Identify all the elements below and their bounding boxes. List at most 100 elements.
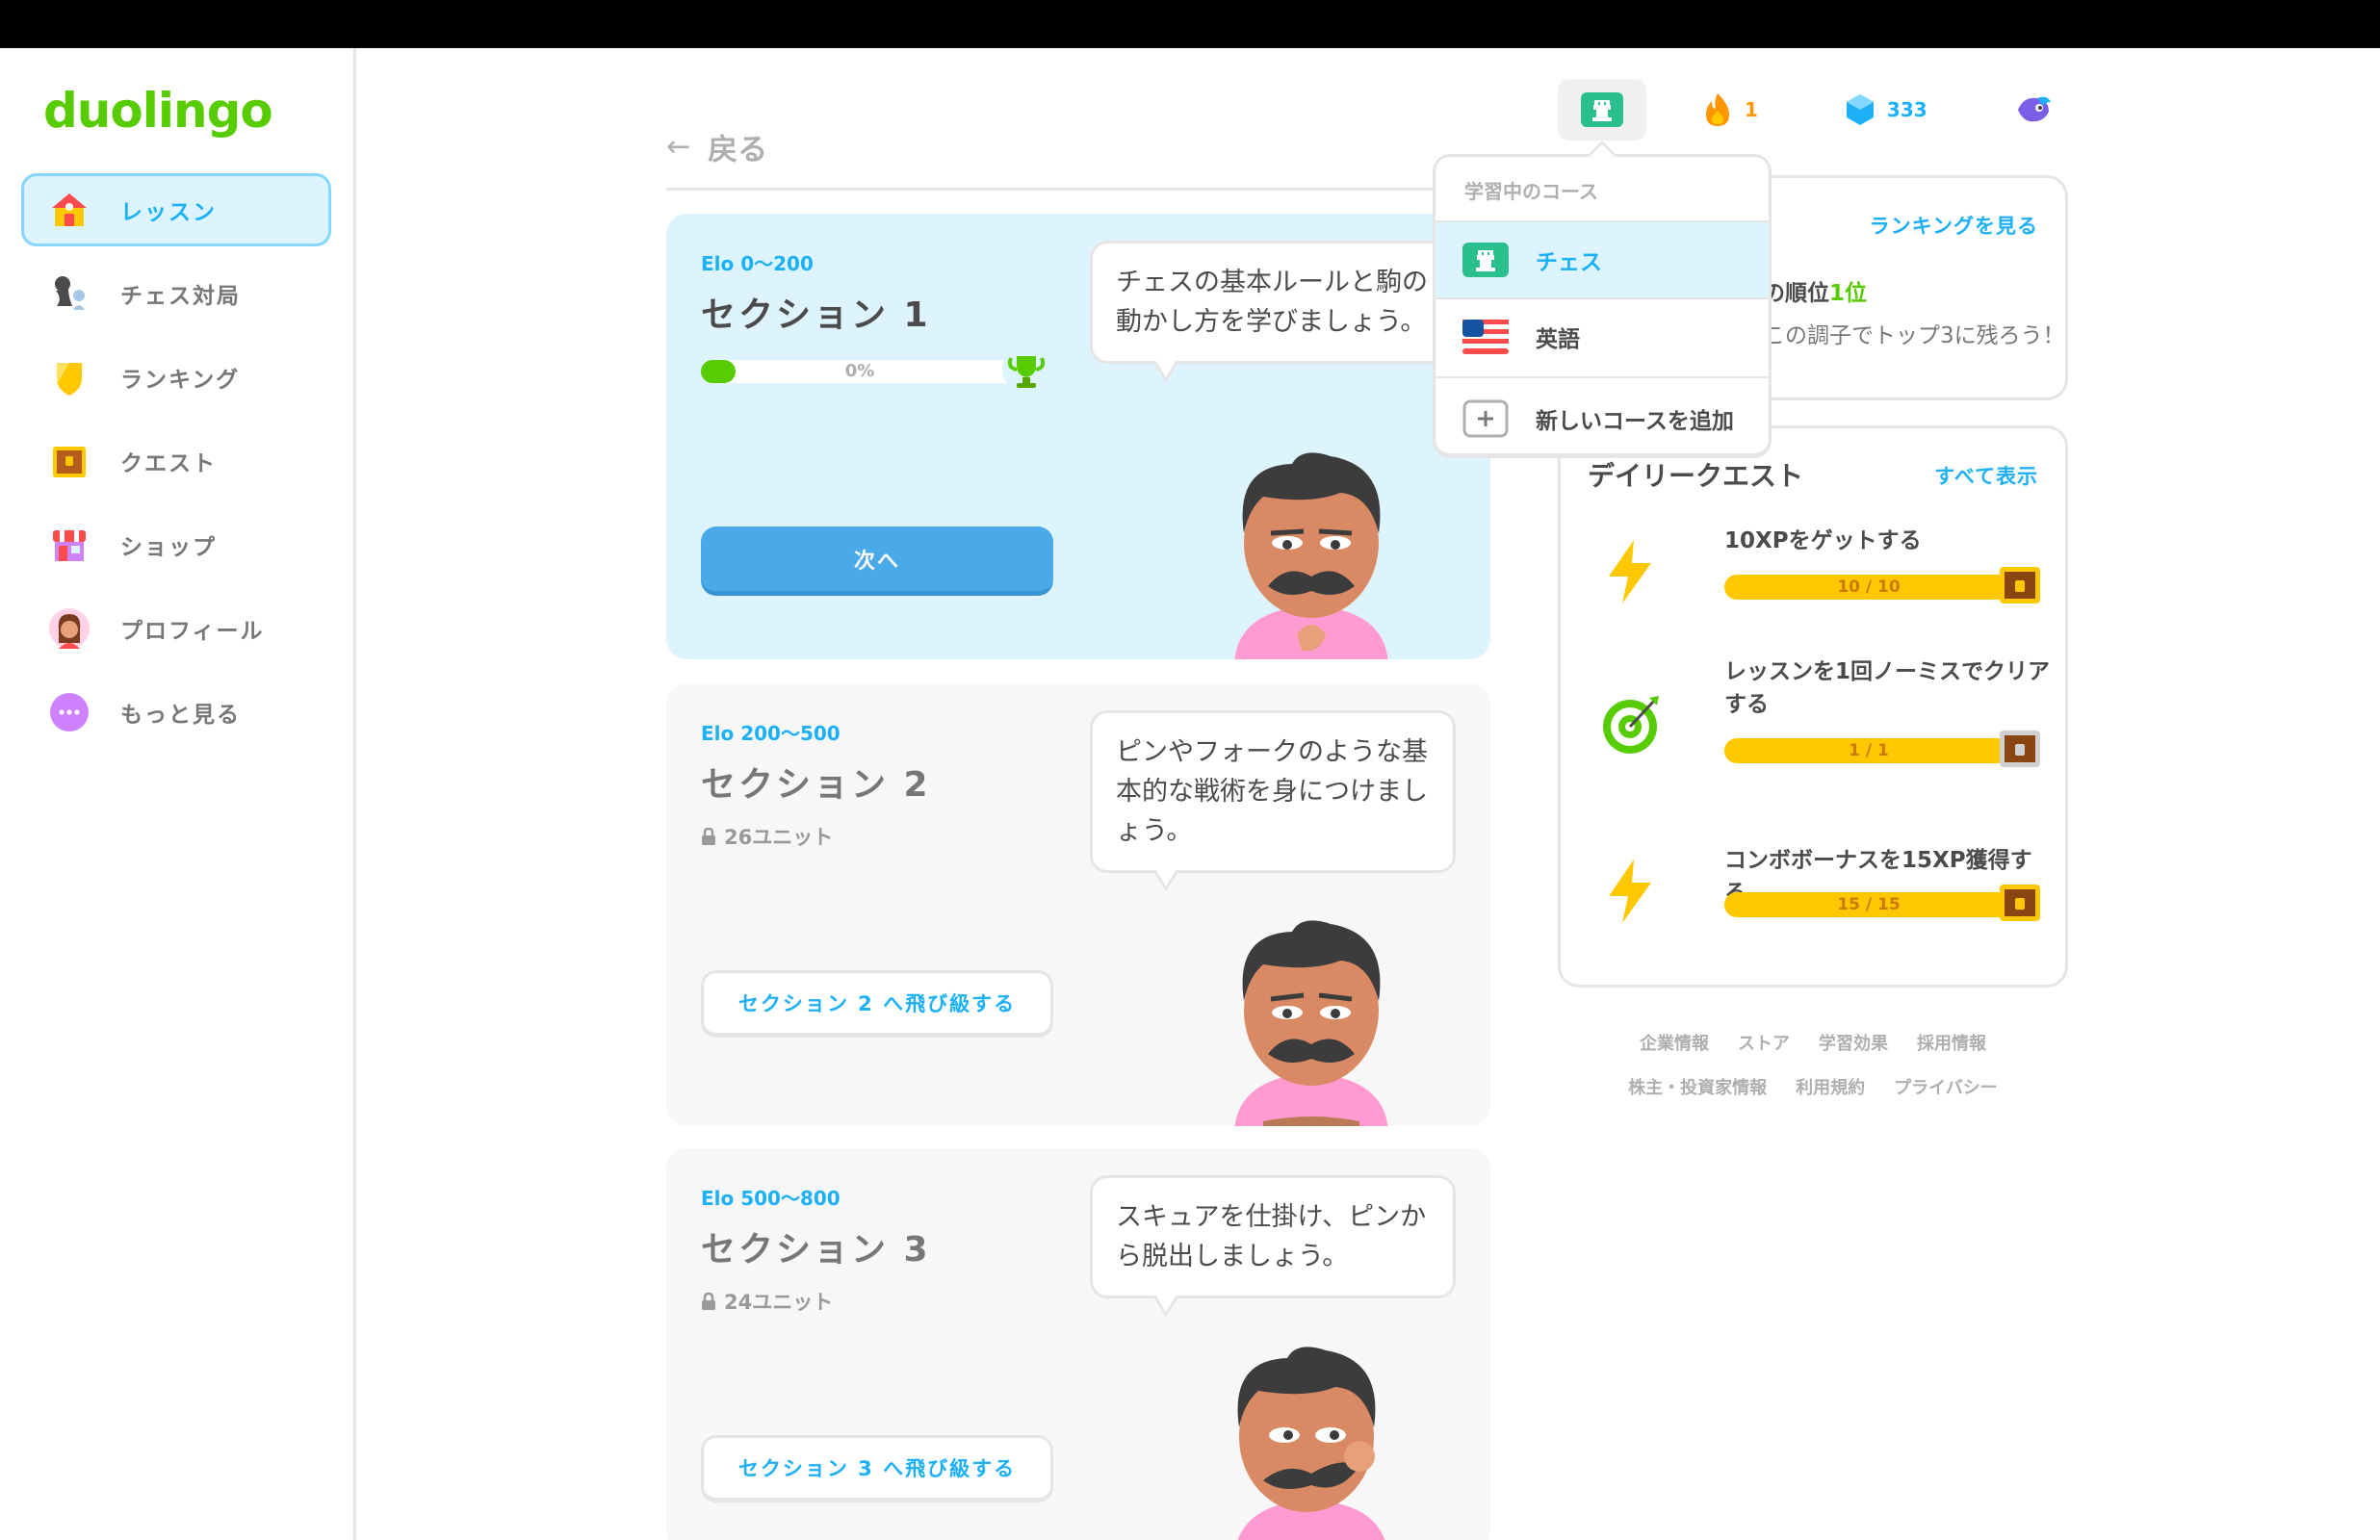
section-title: セクション 3 (701, 1230, 931, 1270)
super-duo-icon (2017, 96, 2051, 122)
avatar-icon (47, 606, 91, 651)
sidebar-item-label: プロフィール (120, 619, 265, 644)
treasure-chest-icon (2000, 567, 2040, 603)
add-course-item[interactable]: 新しいコースを追加 (1436, 376, 1769, 453)
quest-item: 10XPをゲットする 10 / 10 (1588, 525, 2046, 621)
footer-link[interactable]: 株主・投資家情報 (1628, 1074, 1767, 1099)
chess-rook-icon (1581, 92, 1623, 127)
rank-value: 1位 (1829, 281, 1868, 306)
lightning-icon (1609, 540, 1651, 603)
footer-link[interactable]: プライバシー (1894, 1074, 1998, 1099)
speech-bubble: ピンやフォークのような基本的な戦術を身につけましょう。 (1090, 710, 1456, 891)
footer-link[interactable]: ストア (1738, 1030, 1790, 1055)
footer-row: 株主・投資家情報 利用規約 プライバシー (1558, 1074, 2068, 1099)
footer-row: 企業情報 ストア 学習効果 採用情報 (1558, 1030, 2068, 1055)
section-title: セクション 1 (701, 295, 931, 335)
sidebar-item-more[interactable]: もっと見る (21, 676, 331, 749)
sidebar-item-chess-match[interactable]: チェス対局 (21, 257, 331, 330)
home-icon (47, 188, 91, 232)
sidebar-item-ranking[interactable]: ランキング (21, 341, 331, 414)
sidebar-item-quests[interactable]: クエスト (21, 424, 331, 498)
rank-prefix: の順位 (1763, 281, 1829, 306)
super-icon-button[interactable] (2014, 92, 2053, 127)
skip-to-section-3-button[interactable]: セクション 3 へ飛び級する (701, 1435, 1053, 1502)
quest-item: コンボボーナスを15XP獲得する 15 / 15 (1588, 844, 2046, 940)
view-all-quests-link[interactable]: すべて表示 (1934, 461, 2038, 490)
sidebar-item-label: クエスト (120, 451, 217, 476)
shield-icon (47, 355, 91, 399)
footer-link[interactable]: 企業情報 (1640, 1030, 1709, 1055)
gems-counter[interactable]: 333 (1845, 92, 1927, 127)
course-item-chess[interactable]: チェス (1436, 220, 1769, 297)
sidebar-item-label: チェス対局 (120, 284, 241, 309)
bubble-text: ピンやフォークのような基本的な戦術を身につけましょう。 (1116, 737, 1428, 846)
treasure-chest-icon (2000, 885, 2040, 921)
sidebar-item-shop[interactable]: ショップ (21, 508, 331, 581)
quest-progress-text: 10 / 10 (1837, 578, 1901, 597)
course-switcher-button[interactable] (1558, 79, 1646, 141)
flame-icon (1706, 93, 1729, 126)
gem-icon (1846, 94, 1874, 125)
quest-progress-text: 15 / 15 (1837, 895, 1901, 914)
section-progress: 0% (701, 346, 1050, 394)
section-card-1: Elo 0〜200 セクション 1 0% 次へ チェスの基本ルールと駒の動かし方… (666, 214, 1490, 659)
footer-link[interactable]: 利用規約 (1796, 1074, 1865, 1099)
character-illustration (1237, 1347, 1385, 1540)
character-illustration (1234, 920, 1388, 1126)
stats-bar: 1 333 (1558, 79, 2053, 141)
section-title: セクション 2 (701, 765, 931, 805)
lock-icon (702, 828, 715, 845)
section-units: 26ユニット (701, 822, 833, 851)
course-dropdown: 学習中のコース チェス 英語 新しいコースを追加 (1433, 154, 1772, 456)
gems-count: 333 (1886, 98, 1927, 121)
section-card-2: Elo 200〜500 セクション 2 26ユニット セクション 2 へ飛び級す… (666, 683, 1490, 1126)
sidebar-item-label: もっと見る (120, 703, 241, 728)
window-top-bar (0, 0, 2380, 48)
footer-links: 企業情報 ストア 学習効果 採用情報 株主・投資家情報 利用規約 プライバシー (1558, 1030, 2068, 1118)
chess-rook-icon (1462, 243, 1509, 277)
section-elo: Elo 0〜200 (701, 252, 814, 275)
character-illustration (1234, 452, 1388, 659)
course-item-label: 新しいコースを追加 (1536, 409, 1734, 434)
quest-name: レッスンを1回ノーミスでクリアする (1724, 659, 2051, 717)
rank-subtitle: この調子でトップ3に残ろう！ (1763, 323, 2065, 348)
footer-link[interactable]: 採用情報 (1917, 1030, 1986, 1055)
speech-bubble: チェスの基本ルールと駒の動かし方を学びましょう。 (1090, 241, 1456, 382)
back-link[interactable]: ← 戻る (666, 125, 767, 168)
sidebar-item-profile[interactable]: プロフィール (21, 592, 331, 665)
daily-quests-panel: デイリークエスト すべて表示 10XPをゲットする 10 / 10 レッスンを1… (1558, 425, 2068, 988)
skip-to-section-2-button[interactable]: セクション 2 へ飛び級する (701, 970, 1053, 1038)
bubble-tail-inner (1155, 1295, 1177, 1312)
lightning-icon (1609, 860, 1651, 923)
dropdown-pointer-inner (1590, 144, 1615, 157)
view-ranking-link[interactable]: ランキングを見る (1870, 211, 2038, 240)
header-divider (666, 188, 1490, 191)
streak-counter[interactable]: 1 (1702, 91, 1758, 128)
bubble-tail-inner (1155, 360, 1177, 377)
chess-pieces-icon (47, 271, 91, 316)
sidebar-item-lessons[interactable]: レッスン (21, 173, 331, 246)
daily-quests-title: デイリークエスト (1588, 460, 1804, 492)
bubble-text: スキュアを仕掛け、ピンから脱出しましょう。 (1116, 1202, 1427, 1271)
progress-percent: 0% (844, 361, 875, 381)
duolingo-logo[interactable]: duolingo (43, 83, 273, 139)
sidebar: duolingo レッスン チェス対局 ランキング クエスト ショップ プロフィ… (0, 48, 356, 1540)
course-item-english[interactable]: 英語 (1436, 297, 1769, 374)
treasure-chest-icon (2000, 731, 2040, 767)
shop-icon (47, 523, 91, 567)
quest-progress-text: 1 / 1 (1849, 741, 1889, 760)
streak-count: 1 (1745, 98, 1758, 121)
units-label: 26ユニット (724, 826, 834, 849)
dropdown-header: 学習中のコース (1464, 180, 1598, 203)
back-label: 戻る (708, 133, 768, 167)
arrow-left-icon: ← (666, 130, 691, 164)
next-button[interactable]: 次へ (701, 526, 1053, 596)
section-elo: Elo 200〜500 (701, 722, 841, 745)
quest-item: レッスンを1回ノーミスでクリアする 1 / 1 (1588, 659, 2050, 794)
footer-link[interactable]: 学習効果 (1819, 1030, 1888, 1055)
bubble-tail-inner (1155, 869, 1177, 886)
course-item-label: チェス (1536, 250, 1602, 275)
sidebar-item-label: ショップ (120, 535, 217, 560)
sidebar-item-label: ランキング (120, 368, 241, 393)
speech-bubble: スキュアを仕掛け、ピンから脱出しましょう。 (1090, 1175, 1456, 1317)
